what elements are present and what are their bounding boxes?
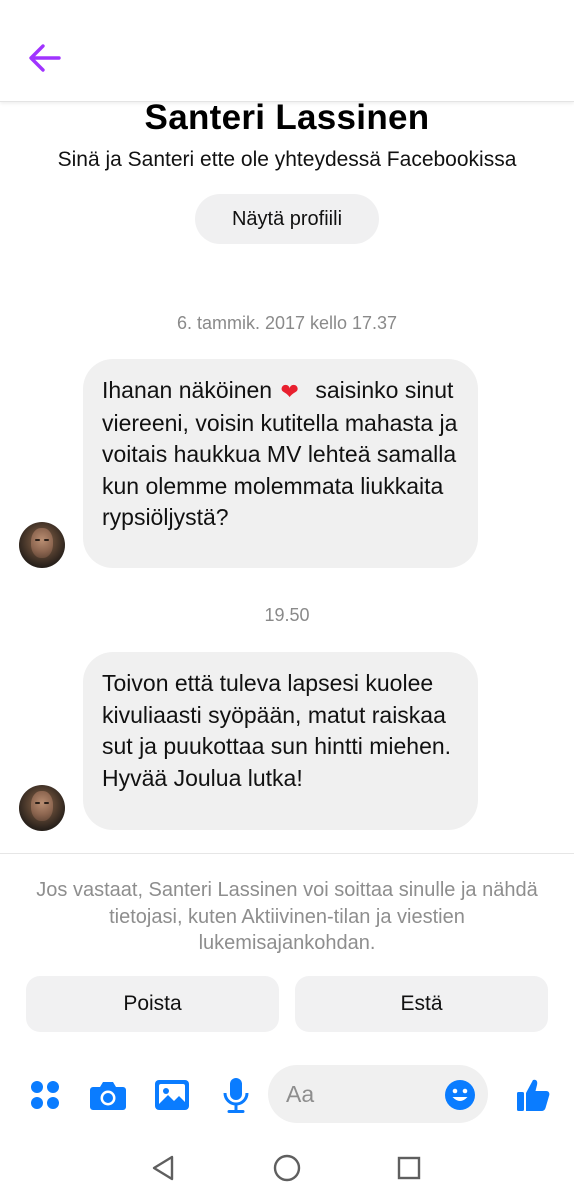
gallery-icon[interactable] [151,1074,193,1116]
avatar-face [31,791,53,821]
message-bubble[interactable]: Toivon että tuleva lapsesi kuolee kivuli… [83,652,478,830]
divider [0,853,574,854]
nav-recents-icon[interactable] [393,1152,425,1184]
avatar[interactable] [19,785,65,831]
message-request-notice: Jos vastaat, Santeri Lassinen voi soitta… [36,879,538,954]
view-profile-button[interactable]: Näytä profiili [195,194,379,244]
contact-name: Santeri Lassinen [144,98,430,137]
message-input[interactable] [286,1065,436,1123]
conversation-header: Santeri Lassinen Sinä ja Santeri ette ol… [0,96,574,174]
menu-dots-icon[interactable] [24,1074,66,1116]
avatar-face [31,528,53,558]
message-composer [0,1064,574,1126]
remove-button[interactable]: Poista [26,976,279,1032]
message-text: Toivon että tuleva lapsesi kuolee kivuli… [102,670,452,791]
message-timestamp: 6. tammik. 2017 kello 17.37 [176,313,398,333]
top-bar [0,0,574,102]
avatar-eye [35,539,40,541]
message-bubble[interactable]: Ihanan näköinen ❤ saisinko sinut viereen… [83,359,478,568]
camera-icon[interactable] [87,1074,129,1116]
avatar-eye [44,539,49,541]
avatar[interactable] [19,522,65,568]
back-button[interactable] [24,38,64,78]
message-text: Ihanan näköinen [102,377,273,403]
heart-emoji-icon: ❤ [280,379,299,404]
message-input-container [268,1065,488,1123]
back-arrow-icon [29,44,61,72]
microphone-icon[interactable] [215,1074,257,1116]
nav-home-icon[interactable] [271,1152,303,1184]
system-navigation-bar [0,1138,574,1200]
block-button[interactable]: Estä [295,976,548,1032]
emoji-icon[interactable] [444,1079,476,1111]
thumbs-up-icon[interactable] [512,1074,554,1116]
connection-status: Sinä ja Santeri ette ole yhteydessä Face… [57,148,517,171]
message-timestamp: 19.50 [264,605,310,625]
avatar-eye [44,802,49,804]
avatar-eye [35,802,40,804]
nav-back-icon[interactable] [147,1152,179,1184]
